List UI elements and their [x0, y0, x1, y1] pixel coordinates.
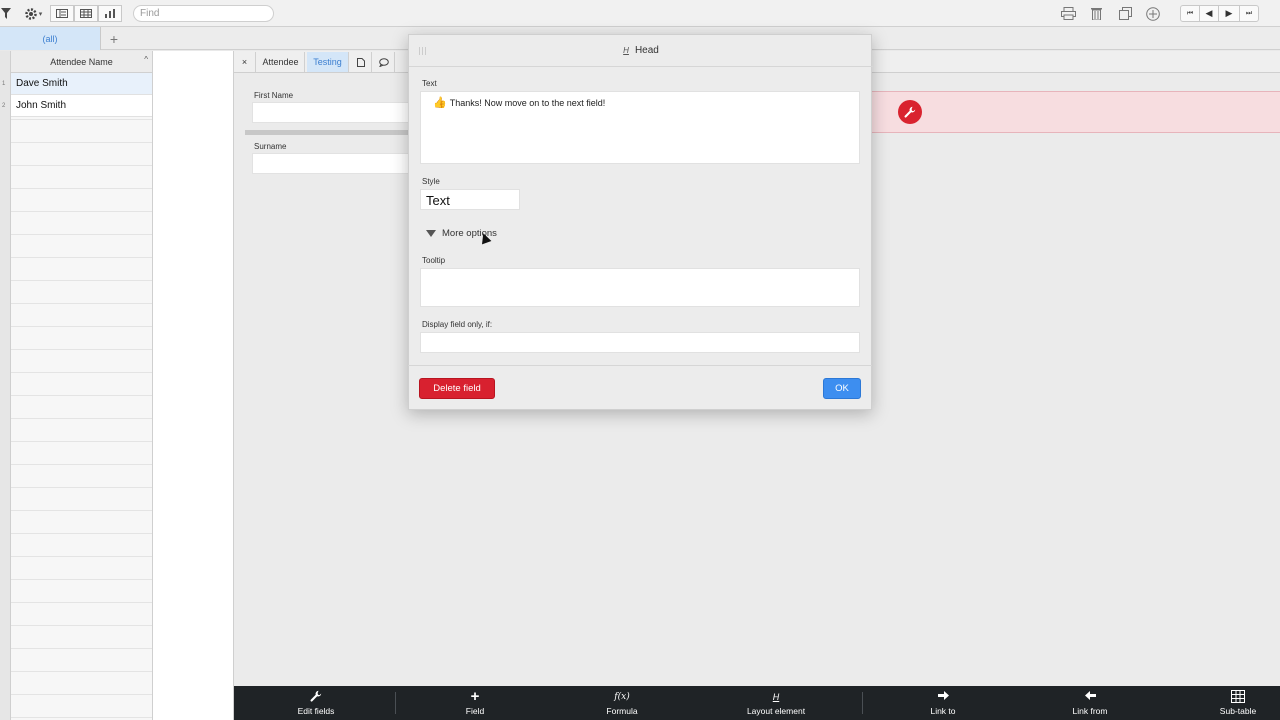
text-value-content: Thanks! Now move on to the next field!	[449, 97, 606, 108]
list-item[interactable]: 1 Dave Smith	[2, 73, 152, 95]
link-to-button[interactable]: Link to	[902, 686, 984, 720]
list-item-name: Dave Smith	[16, 78, 68, 89]
spacer-panel	[153, 51, 234, 720]
form-view-icon[interactable]	[50, 5, 74, 22]
text-label: Text	[422, 79, 437, 88]
field-label: Field	[465, 706, 485, 716]
last-record-icon[interactable]: ⏭	[1239, 5, 1259, 22]
list-item[interactable]: 2 John Smith	[2, 95, 152, 117]
tab-attendee[interactable]: Attendee	[257, 52, 305, 72]
ok-button[interactable]: OK	[823, 378, 861, 399]
edit-element-button[interactable]	[898, 100, 922, 124]
list-column-header[interactable]: Attendee Name ^	[11, 51, 152, 73]
dialog-divider	[408, 365, 872, 366]
sort-caret-icon[interactable]: ^	[144, 55, 148, 64]
add-field-button[interactable]: + Field	[434, 686, 516, 720]
prev-record-icon[interactable]: ◀	[1199, 5, 1219, 22]
grid-view-icon[interactable]	[74, 5, 98, 22]
row-number-column	[0, 51, 11, 720]
toolbar-separator	[395, 692, 396, 714]
layout-element-icon: H	[772, 692, 780, 702]
display-condition-label: Display field only, if:	[422, 320, 493, 329]
gear-icon[interactable]: ▾	[22, 5, 44, 22]
wrench-icon	[904, 106, 916, 118]
toolbar-separator	[862, 692, 863, 714]
link-from-button[interactable]: Link from	[1048, 686, 1132, 720]
row-number: 1	[2, 80, 6, 87]
trash-icon[interactable]	[1088, 5, 1104, 22]
first-name-field[interactable]	[252, 102, 412, 123]
print-icon[interactable]	[1059, 5, 1077, 22]
formula-label: Formula	[606, 706, 638, 716]
grid-icon	[1231, 690, 1245, 704]
list-item-name: John Smith	[16, 100, 67, 111]
document-icon[interactable]	[350, 52, 372, 72]
dialog-title: H Head	[409, 35, 873, 67]
arrow-left-icon	[1084, 690, 1096, 704]
sub-table-label: Sub-table	[1219, 706, 1257, 716]
field-divider	[245, 130, 415, 135]
chart-view-icon[interactable]	[98, 5, 122, 22]
sub-table-button[interactable]: Sub-table	[1196, 686, 1280, 720]
display-condition-input[interactable]	[420, 332, 860, 353]
delete-field-button[interactable]: Delete field	[419, 378, 495, 399]
layout-element-button[interactable]: H Layout element	[730, 686, 822, 720]
link-from-label: Link from	[1072, 706, 1108, 716]
add-view-button[interactable]: +	[104, 27, 124, 50]
thumbs-up-icon: 👍	[433, 97, 447, 109]
disclosure-triangle-icon	[426, 230, 436, 237]
bottom-toolbar: Edit fields + Field f(x) Formula H Layou…	[234, 686, 1280, 720]
heading-icon: H	[623, 46, 629, 55]
row-number: 2	[2, 102, 6, 109]
arrow-right-icon	[937, 690, 949, 704]
edit-fields-button[interactable]: Edit fields	[274, 686, 358, 720]
layout-element-label: Layout element	[746, 706, 806, 716]
edit-fields-label: Edit fields	[297, 706, 335, 716]
wrench-icon	[310, 690, 322, 704]
top-toolbar: ▾ ⏮ ◀ ▶ ⏭	[0, 0, 1280, 27]
surname-label: Surname	[254, 142, 287, 151]
add-record-icon[interactable]	[1144, 5, 1162, 22]
formula-button[interactable]: f(x) Formula	[580, 686, 664, 720]
close-form-button[interactable]: ×	[234, 52, 256, 72]
filter-icon[interactable]	[0, 5, 12, 22]
first-record-icon[interactable]: ⏮	[1180, 5, 1200, 22]
record-list: Attendee Name ^ 1 Dave Smith 2 John Smit…	[2, 51, 153, 720]
search-input[interactable]	[133, 5, 274, 22]
plus-icon: +	[470, 688, 480, 705]
tooltip-input[interactable]	[420, 268, 860, 307]
comment-icon[interactable]	[373, 52, 395, 72]
text-value: 👍 Thanks! Now move on to the next field!	[433, 96, 605, 109]
tooltip-label: Tooltip	[422, 256, 446, 265]
list-header-label: Attendee Name	[50, 56, 113, 67]
link-to-label: Link to	[930, 706, 956, 716]
surname-field[interactable]	[252, 153, 412, 174]
style-label: Style	[422, 177, 440, 186]
style-select[interactable]: Text	[420, 189, 520, 210]
fx-icon: f(x)	[614, 692, 630, 702]
next-record-icon[interactable]: ▶	[1218, 5, 1240, 22]
tab-testing[interactable]: Testing	[307, 52, 349, 72]
selected-element-highlight[interactable]	[872, 91, 1280, 133]
dialog-title-text: Head	[634, 45, 659, 56]
duplicate-icon[interactable]	[1116, 5, 1134, 22]
first-name-label: First Name	[254, 91, 294, 100]
tab-all[interactable]: (all)	[0, 27, 101, 50]
